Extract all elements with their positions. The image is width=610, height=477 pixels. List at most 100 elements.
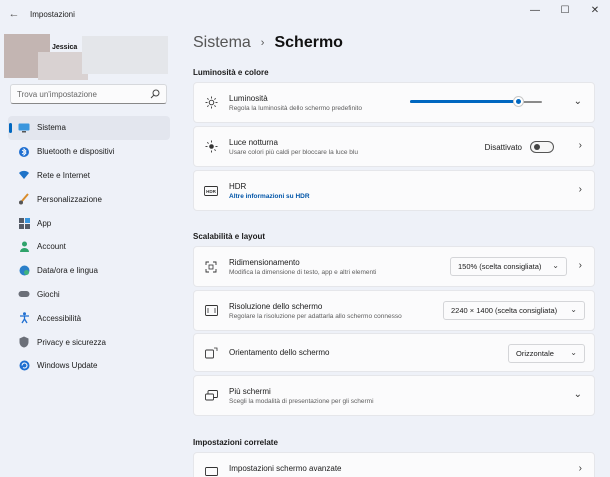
sidebar-item-label: Accessibilità <box>37 313 82 323</box>
chevron-down-icon: ⌄ <box>552 261 559 270</box>
sidebar-item-accessibilita[interactable]: Accessibilità <box>8 306 170 330</box>
person-icon <box>18 241 30 253</box>
sidebar-item-label: Account <box>37 242 66 252</box>
sidebar-item-label: App <box>37 218 52 228</box>
sidebar-item-app[interactable]: App <box>8 211 170 235</box>
chevron-down-icon: ⌄ <box>570 305 577 314</box>
sidebar-item-label: Data/ora e lingua <box>37 266 98 276</box>
wifi-icon <box>18 169 30 181</box>
orientation-dropdown[interactable]: Orizzontale ⌄ <box>508 344 585 363</box>
card-piu-schermi[interactable]: Più schermi Scegli la modalità di presen… <box>193 375 595 416</box>
sidebar-item-label: Rete e Internet <box>37 170 90 180</box>
search-box[interactable] <box>10 84 167 104</box>
card-hdr[interactable]: HDR HDR Altre informazioni su HDR › <box>193 170 595 211</box>
sidebar-item-label: Sistema <box>37 123 66 133</box>
chevron-right-icon[interactable]: › <box>579 184 582 195</box>
card-luce-notturna[interactable]: Luce notturna Usare colori più caldi per… <box>193 126 595 167</box>
hdr-info-link[interactable]: Altre informazioni su HDR <box>229 193 310 200</box>
card-subtitle: Regola la luminosità dello schermo prede… <box>229 104 362 112</box>
shield-icon <box>18 336 30 348</box>
monitor-icon <box>18 122 30 134</box>
card-title: Orientamento dello schermo <box>229 348 330 357</box>
window-controls: — ☐ ✕ <box>520 0 610 20</box>
sidebar-nav: Sistema Bluetooth e dispositivi Rete e I… <box>8 116 170 378</box>
card-text: Luce notturna Usare colori più caldi per… <box>229 138 358 156</box>
chevron-right-icon[interactable]: › <box>579 140 582 151</box>
section-title-correlate: Impostazioni correlate <box>193 438 278 447</box>
breadcrumb: Sistema › Schermo <box>193 34 343 52</box>
card-title: Luminosità <box>229 93 268 103</box>
chevron-down-icon[interactable]: ⌄ <box>574 96 582 107</box>
sidebar-item-account[interactable]: Account <box>8 235 170 259</box>
dropdown-value: Orizzontale <box>516 349 554 358</box>
user-name: Jessica <box>52 44 78 51</box>
chevron-down-icon: ⌄ <box>570 348 577 357</box>
section-title-luminosita: Luminosità e colore <box>193 68 269 77</box>
card-text: Luminosità Regola la luminosità dello sc… <box>229 94 362 112</box>
brush-icon <box>18 193 30 205</box>
card-subtitle: Modifica la dimensione di testo, app e a… <box>229 268 377 276</box>
globe-clock-icon <box>18 265 30 277</box>
scale-dropdown[interactable]: 150% (scelta consigliata) ⌄ <box>450 257 567 276</box>
sidebar-item-label: Giochi <box>37 289 60 299</box>
resolution-dropdown[interactable]: 2240 × 1400 (scelta consigliata) ⌄ <box>443 301 585 320</box>
chevron-right-icon: › <box>260 37 265 49</box>
sidebar-item-personalizzazione[interactable]: Personalizzazione <box>8 187 170 211</box>
sidebar-item-privacy[interactable]: Privacy e sicurezza <box>8 330 170 354</box>
section-title-scalabilita: Scalabilità e layout <box>193 232 266 241</box>
update-icon <box>18 360 30 372</box>
apps-icon <box>18 217 30 229</box>
slider-thumb[interactable] <box>513 97 523 106</box>
card-title: Risoluzione dello schermo <box>229 301 323 311</box>
search-icon[interactable] <box>150 89 160 99</box>
hdr-icon: HDR <box>204 184 218 198</box>
card-text: Più schermi Scegli la modalità di presen… <box>229 387 374 405</box>
card-text: HDR Altre informazioni su HDR <box>229 182 310 200</box>
title-bar: ← Impostazioni <box>0 0 610 28</box>
sidebar-item-label: Personalizzazione <box>37 194 102 204</box>
sidebar-item-data-ora[interactable]: Data/ora e lingua <box>8 259 170 283</box>
card-impostazioni-avanzate[interactable]: Impostazioni schermo avanzate › <box>193 452 595 477</box>
sun-icon <box>204 96 218 110</box>
night-light-toggle[interactable] <box>530 141 554 153</box>
card-ridimensionamento[interactable]: Ridimensionamento Modifica la dimensione… <box>193 246 595 287</box>
search-input[interactable] <box>17 89 147 99</box>
sidebar-item-label: Windows Update <box>37 361 98 371</box>
card-text: Risoluzione dello schermo Regolare la ri… <box>229 302 402 320</box>
night-light-icon <box>204 140 218 154</box>
sidebar-item-giochi[interactable]: Giochi <box>8 283 170 307</box>
breadcrumb-parent[interactable]: Sistema <box>193 34 251 52</box>
multiple-displays-icon <box>204 389 218 403</box>
chevron-right-icon[interactable]: › <box>579 260 582 271</box>
sidebar-item-rete[interactable]: Rete e Internet <box>8 164 170 188</box>
chevron-down-icon[interactable]: ⌄ <box>574 389 582 400</box>
card-subtitle: Scegli la modalità di presentazione per … <box>229 397 374 405</box>
card-luminosita[interactable]: Luminosità Regola la luminosità dello sc… <box>193 82 595 123</box>
minimize-button[interactable]: — <box>520 0 550 20</box>
card-title: Ridimensionamento <box>229 257 300 267</box>
card-orientamento[interactable]: Orientamento dello schermo Orizzontale ⌄ <box>193 333 595 372</box>
blurred-account-info <box>82 36 168 74</box>
dropdown-value: 150% (scelta consigliata) <box>458 262 542 271</box>
sidebar-item-windows-update[interactable]: Windows Update <box>8 354 170 378</box>
close-button[interactable]: ✕ <box>580 0 610 20</box>
bluetooth-icon <box>18 146 30 158</box>
card-risoluzione[interactable]: Risoluzione dello schermo Regolare la ri… <box>193 290 595 331</box>
sidebar-item-label: Bluetooth e dispositivi <box>37 147 115 157</box>
svg-text:HDR: HDR <box>206 189 216 194</box>
card-title: Impostazioni schermo avanzate <box>229 464 342 473</box>
card-text: Impostazioni schermo avanzate <box>229 464 342 473</box>
user-profile[interactable]: Jessica <box>4 34 168 80</box>
card-title: Luce notturna <box>229 137 278 147</box>
brightness-slider[interactable] <box>410 97 542 106</box>
app-title: Impostazioni <box>30 9 75 19</box>
chevron-right-icon[interactable]: › <box>579 463 582 474</box>
gamepad-icon <box>18 288 30 300</box>
maximize-button[interactable]: ☐ <box>550 0 580 20</box>
back-arrow-icon[interactable]: ← <box>0 8 28 20</box>
monitor-outline-icon <box>204 465 218 477</box>
card-text: Orientamento dello schermo <box>229 348 330 357</box>
dropdown-value: 2240 × 1400 (scelta consigliata) <box>451 306 558 315</box>
sidebar-item-bluetooth[interactable]: Bluetooth e dispositivi <box>8 140 170 164</box>
sidebar-item-sistema[interactable]: Sistema <box>8 116 170 140</box>
